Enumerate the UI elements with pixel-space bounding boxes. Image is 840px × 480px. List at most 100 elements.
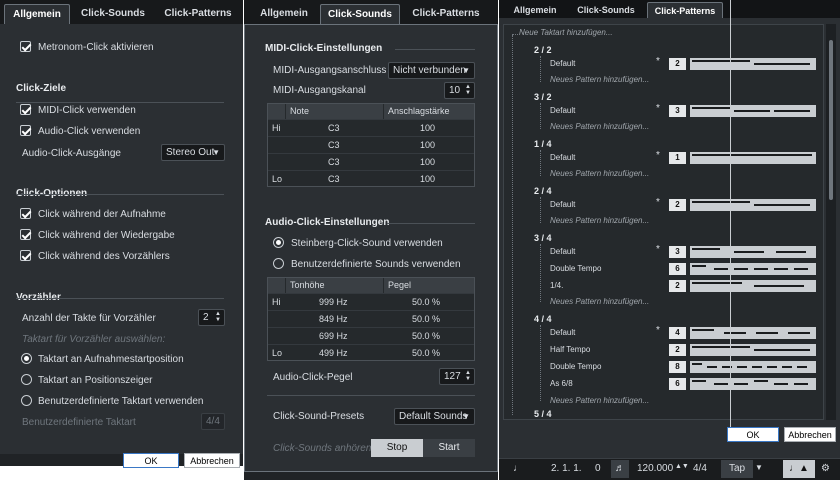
pitch-cell[interactable]: 999 Hz — [319, 294, 348, 311]
pattern-preview[interactable] — [690, 344, 816, 356]
cursor-radio[interactable] — [21, 374, 32, 385]
pattern-name[interactable]: Default — [550, 59, 575, 68]
pitch-cell[interactable]: 699 Hz — [319, 328, 348, 345]
velocity-cell[interactable]: 100 — [420, 120, 435, 137]
custom-sounds-radio[interactable] — [273, 258, 284, 269]
pattern-preview[interactable] — [690, 361, 816, 373]
tab-general[interactable]: Allgemein — [250, 4, 318, 24]
pattern-preview[interactable] — [690, 280, 816, 292]
custom-signature-radio[interactable] — [21, 395, 32, 406]
velocity-cell[interactable]: 100 — [420, 154, 435, 171]
pattern-name[interactable]: Default — [550, 106, 575, 115]
note-cell[interactable]: C3 — [328, 137, 340, 154]
signature-item[interactable]: 3 / 2 — [534, 92, 552, 102]
audio-click-checkbox[interactable] — [20, 125, 31, 136]
pattern-preview[interactable] — [690, 105, 816, 117]
precount-toggle-icon[interactable]: ♩▲ — [783, 460, 815, 478]
pattern-preview[interactable] — [690, 199, 816, 211]
pattern-name[interactable]: Default — [550, 328, 575, 337]
record-start-radio[interactable] — [21, 353, 32, 364]
pattern-name[interactable]: Default — [550, 200, 575, 209]
level-cell[interactable]: 50.0 % — [412, 311, 440, 328]
tap-dropdown-icon[interactable]: ▼ — [755, 463, 763, 472]
table-row[interactable]: Lo 499 Hz 50.0 % — [268, 344, 474, 361]
audio-level-spinner[interactable]: 127 ▲ ▼ — [439, 368, 475, 385]
pitch-cell[interactable]: 849 Hz — [319, 311, 348, 328]
tab-general[interactable]: Allgemein — [4, 4, 70, 24]
table-row[interactable]: C3 100 — [268, 136, 474, 153]
cancel-button[interactable]: Abbrechen — [784, 427, 836, 442]
custom-time-signature-field[interactable]: 4/4 — [201, 413, 225, 430]
pattern-preview[interactable] — [690, 58, 816, 70]
metronome-icon[interactable]: ♩ — [513, 463, 523, 474]
tab-click-sounds[interactable]: Click-Sounds — [320, 4, 400, 24]
pattern-name[interactable]: Default — [550, 247, 575, 256]
signature-item[interactable]: 4 / 4 — [534, 314, 552, 324]
signature-item[interactable]: 1 / 4 — [534, 139, 552, 149]
stop-button[interactable]: Stop — [371, 439, 423, 457]
metronome-enable-checkbox[interactable] — [20, 41, 31, 52]
signature-item[interactable]: 2 / 2 — [534, 45, 552, 55]
precount-bars-spinner[interactable]: 2 ▲ ▼ — [198, 309, 225, 326]
click-playback-checkbox[interactable] — [20, 229, 31, 240]
presets-dropdown[interactable]: Default Sounds ▼ — [394, 408, 475, 425]
midi-channel-spinner[interactable]: 10 ▲ ▼ — [444, 82, 475, 99]
tab-click-sounds[interactable]: Click-Sounds — [573, 2, 639, 18]
tab-click-patterns[interactable]: Click-Patterns — [160, 4, 236, 24]
pattern-name[interactable]: 1/4. — [550, 281, 563, 290]
click-record-checkbox[interactable] — [20, 208, 31, 219]
add-pattern-item[interactable]: Neues Pattern hinzufügen... — [550, 169, 649, 178]
tab-click-patterns[interactable]: Click-Patterns — [406, 4, 486, 24]
midi-output-dropdown[interactable]: Nicht verbunden ▼ — [388, 62, 475, 79]
click-toggle-icon[interactable]: ♬ — [611, 460, 629, 478]
steinberg-sound-radio[interactable] — [273, 237, 284, 248]
pattern-name[interactable]: Half Tempo — [550, 345, 590, 354]
pattern-preview[interactable] — [690, 378, 816, 390]
table-row[interactable]: C3 100 — [268, 153, 474, 170]
pattern-name[interactable]: Default — [550, 153, 575, 162]
pattern-preview[interactable] — [690, 327, 816, 339]
audio-outputs-dropdown[interactable]: Stereo Out ▼ — [161, 144, 225, 161]
level-cell[interactable]: 50.0 % — [412, 294, 440, 311]
level-cell[interactable]: 50.0 % — [412, 345, 440, 362]
pattern-preview[interactable] — [690, 246, 816, 258]
start-button[interactable]: Start — [423, 439, 475, 457]
tempo-spin-icon[interactable]: ▲▼ — [675, 463, 689, 470]
note-cell[interactable]: C3 — [328, 171, 340, 188]
table-row[interactable]: Lo C3 100 — [268, 170, 474, 187]
add-pattern-item[interactable]: Neues Pattern hinzufügen... — [550, 216, 649, 225]
ok-button[interactable]: OK — [123, 453, 179, 468]
signature-display[interactable]: 4/4 — [693, 463, 707, 474]
tab-click-sounds[interactable]: Click-Sounds — [78, 4, 148, 24]
add-pattern-item[interactable]: Neues Pattern hinzufügen... — [550, 396, 649, 405]
level-cell[interactable]: 50.0 % — [412, 328, 440, 345]
click-precount-checkbox[interactable] — [20, 250, 31, 261]
pattern-preview[interactable] — [690, 263, 816, 275]
tab-click-patterns[interactable]: Click-Patterns — [647, 2, 723, 18]
table-row[interactable]: Hi 999 Hz 50.0 % — [268, 293, 474, 310]
signature-item[interactable]: 3 / 4 — [534, 233, 552, 243]
add-pattern-item[interactable]: Neues Pattern hinzufügen... — [550, 297, 649, 306]
pattern-name[interactable]: As 6/8 — [550, 379, 573, 388]
tempo-display[interactable]: 120.000 — [637, 463, 673, 474]
pattern-scrollbar[interactable] — [826, 24, 836, 420]
table-row[interactable]: 849 Hz 50.0 % — [268, 310, 474, 327]
add-pattern-item[interactable]: Neues Pattern hinzufügen... — [550, 122, 649, 131]
note-cell[interactable]: C3 — [328, 120, 340, 137]
signature-item[interactable]: 2 / 4 — [534, 186, 552, 196]
position-display[interactable]: 2. 1. 1. — [551, 463, 582, 474]
ok-button[interactable]: OK — [727, 427, 779, 442]
add-pattern-item[interactable]: Neues Pattern hinzufügen... — [550, 75, 649, 84]
velocity-cell[interactable]: 100 — [420, 171, 435, 188]
tap-tempo-button[interactable]: Tap — [721, 460, 753, 478]
pattern-name[interactable]: Double Tempo — [550, 362, 601, 371]
tab-general[interactable]: Allgemein — [505, 2, 565, 18]
pattern-name[interactable]: Double Tempo — [550, 264, 601, 273]
note-cell[interactable]: C3 — [328, 154, 340, 171]
add-signature-item[interactable]: Neue Taktart hinzufügen... — [519, 28, 613, 37]
cancel-button[interactable]: Abbrechen — [184, 453, 240, 468]
pattern-preview[interactable] — [690, 152, 816, 164]
signature-item[interactable]: 5 / 4 — [534, 409, 552, 419]
pitch-cell[interactable]: 499 Hz — [319, 345, 348, 362]
velocity-cell[interactable]: 100 — [420, 137, 435, 154]
